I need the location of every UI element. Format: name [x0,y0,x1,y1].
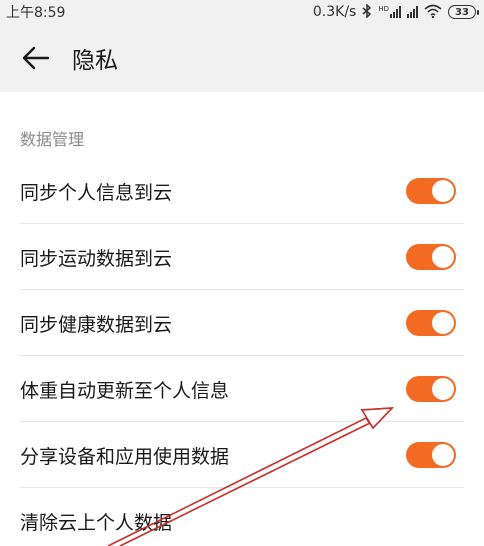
status-bar: 上午8:59 0.3K/s HD 33 [0,0,484,24]
screen: 上午8:59 0.3K/s HD 33 隐私 数据管理 同步个人信息到云 同步运… [0,0,484,546]
page-title: 隐私 [72,48,118,74]
setting-label: 同步运动数据到云 [20,247,173,270]
hd-signal-icon: HD [378,6,401,18]
toggle-knob [432,378,454,400]
bluetooth-icon [362,2,372,21]
sync-sports-data-toggle[interactable] [406,244,456,270]
wifi-icon [424,4,442,21]
setting-share-usage-data[interactable]: 分享设备和应用使用数据 [0,422,484,488]
network-speed: 0.3K/s [312,4,357,20]
setting-sync-health-data[interactable]: 同步健康数据到云 [0,290,484,356]
setting-label: 同步个人信息到云 [20,181,173,204]
toggle-knob [432,246,454,268]
setting-label: 清除云上个人数据 [20,511,173,534]
setting-clear-cloud-data[interactable]: 清除云上个人数据 [0,488,484,546]
app-bar: 隐私 [0,24,484,92]
back-button[interactable] [6,28,66,88]
status-icons: 0.3K/s HD 33 [312,2,479,21]
share-usage-data-toggle[interactable] [406,442,456,468]
toggle-knob [432,312,454,334]
status-time: 上午8:59 [6,5,66,21]
setting-label: 体重自动更新至个人信息 [20,379,230,402]
setting-label: 同步健康数据到云 [20,313,173,336]
back-arrow-icon [22,46,50,70]
section-header: 数据管理 [20,130,85,149]
weight-auto-update-toggle[interactable] [406,376,456,402]
setting-label: 分享设备和应用使用数据 [20,445,230,468]
settings-list: 数据管理 同步个人信息到云 同步运动数据到云 同步健康数据到云 体重自动更新至个… [0,92,484,546]
sync-health-data-toggle[interactable] [406,310,456,336]
battery-icon: 33 [448,5,479,19]
cell-signal-icon [407,6,418,18]
sync-personal-info-toggle[interactable] [406,178,456,204]
setting-sync-sports-data[interactable]: 同步运动数据到云 [0,224,484,290]
toggle-knob [432,444,454,466]
toggle-knob [432,180,454,202]
setting-weight-auto-update[interactable]: 体重自动更新至个人信息 [0,356,484,422]
setting-sync-personal-info[interactable]: 同步个人信息到云 [0,158,484,224]
